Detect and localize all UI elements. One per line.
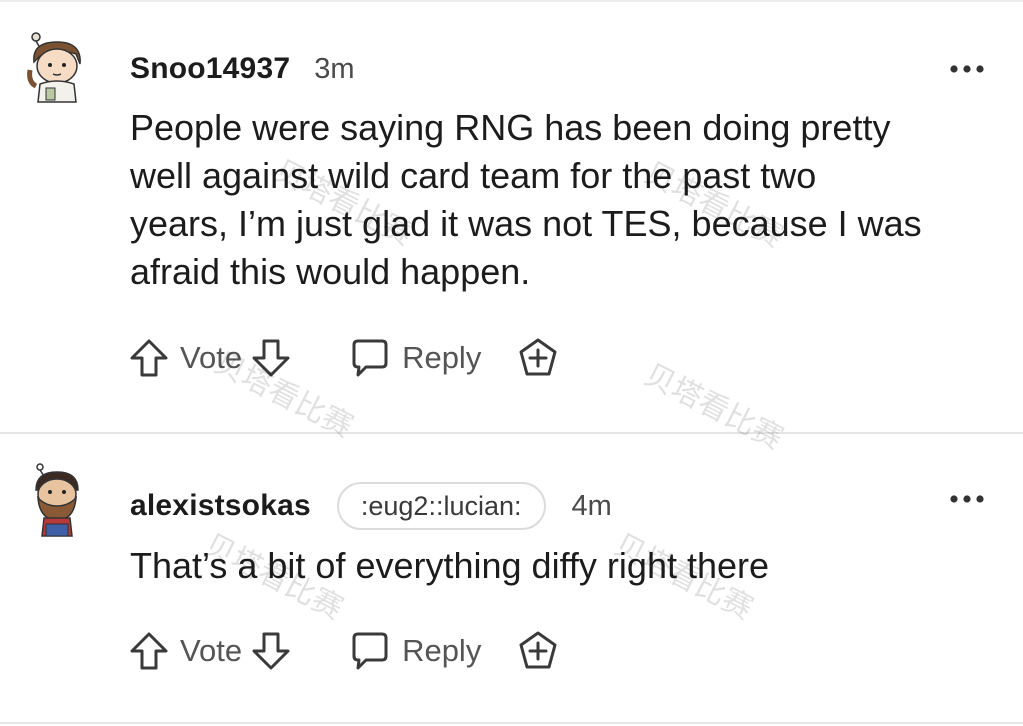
arrow-up-icon[interactable] [128,630,170,672]
reply-label: Reply [402,340,482,375]
reply-button[interactable]: Reply [348,630,481,672]
user-flair: :eug2::lucian: [336,482,546,530]
username[interactable]: Snoo14937 [130,52,290,86]
user-avatar[interactable] [24,30,90,106]
speech-bubble-icon [352,339,388,377]
vote-label: Vote [180,340,243,375]
arrow-up-icon[interactable] [128,337,170,379]
timestamp: 3m [314,52,355,85]
username[interactable]: alexistsokas [130,489,311,523]
comment-1: Snoo14937 3m People were saying RNG has … [0,0,1023,432]
user-avatar[interactable] [24,462,90,538]
more-options-icon[interactable] [949,494,985,504]
arrow-down-icon[interactable] [250,337,292,379]
comment-meta: Snoo14937 3m [130,52,355,86]
award-plus-icon[interactable] [517,337,559,379]
comment-2: alexistsokas :eug2::lucian: 4m That’s a … [0,434,1023,726]
comment-thread: Snoo14937 3m People were saying RNG has … [0,0,1023,726]
arrow-down-icon[interactable] [250,630,292,672]
award-plus-icon[interactable] [517,630,559,672]
comment-actions: Vote Reply [128,336,559,380]
reply-button[interactable]: Reply [348,337,481,379]
comment-body: That’s a bit of everything diffy right t… [130,545,770,586]
more-options-icon[interactable] [949,64,985,74]
timestamp: 4m [571,489,612,522]
comment-body: People were saying RNG has been doing pr… [130,107,922,292]
bottom-divider [0,722,1023,724]
comment-meta: alexistsokas :eug2::lucian: 4m [130,482,612,530]
comment-actions: Vote Reply [128,629,559,673]
vote-label: Vote [180,633,243,668]
speech-bubble-icon [352,632,388,670]
reply-label: Reply [402,633,482,668]
